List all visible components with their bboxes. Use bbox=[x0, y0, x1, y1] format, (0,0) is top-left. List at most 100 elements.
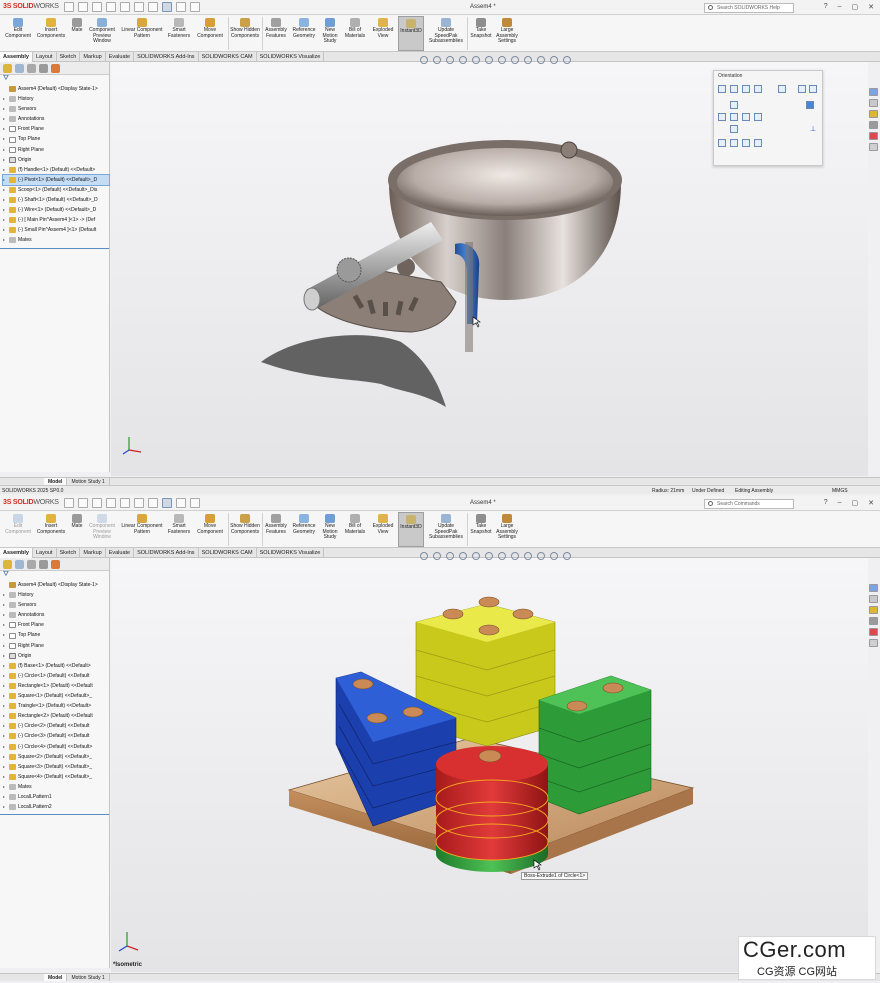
file-explorer-icon[interactable] bbox=[869, 110, 878, 118]
tree-item[interactable]: ▸ (-) Circle<3> (Default) <<Default bbox=[3, 731, 109, 741]
four-view-icon[interactable] bbox=[754, 139, 762, 147]
dynamic-annotation-icon[interactable] bbox=[472, 56, 480, 64]
tree-item[interactable]: ▸ Front Plane bbox=[3, 620, 109, 630]
tab-markup[interactable]: Markup bbox=[80, 548, 106, 558]
view-selector-icon[interactable] bbox=[778, 85, 786, 93]
tree-item[interactable]: ▸ (-) Small Pin^Assem4 ]<1> (Default bbox=[3, 225, 109, 235]
solidworks-logo[interactable]: 3S SOLIDWORKS bbox=[3, 3, 59, 10]
edit-component-button[interactable]: Edit Component bbox=[2, 512, 34, 547]
take-snapshot-button[interactable]: Take Snapshot bbox=[468, 16, 494, 51]
help-icon[interactable]: ? bbox=[824, 3, 828, 11]
tree-item[interactable]: ▸ Rectangle<2> (Default) <<Default bbox=[3, 711, 109, 721]
left-view-icon[interactable] bbox=[718, 113, 726, 121]
property-manager-tab-icon[interactable] bbox=[15, 64, 24, 73]
zoom-to-fit-icon[interactable] bbox=[420, 552, 428, 560]
display-style-icon[interactable] bbox=[498, 56, 506, 64]
tree-item[interactable]: ▸ History bbox=[3, 590, 109, 600]
tree-item[interactable]: ▸ (-) Circle<1> (Default) <<Default bbox=[3, 671, 109, 681]
minimize-button[interactable]: – bbox=[838, 3, 842, 11]
tree-item[interactable]: ▸ Top Plane bbox=[3, 134, 109, 144]
right-view-icon[interactable] bbox=[742, 113, 750, 121]
options-gear-icon[interactable] bbox=[190, 498, 200, 508]
tree-item[interactable]: ▸ Rectangle<1> (Default) <<Default bbox=[3, 681, 109, 691]
feature-tree-tab-icon[interactable] bbox=[3, 64, 12, 73]
solidworks-logo[interactable]: 3S SOLIDWORKS bbox=[3, 499, 59, 506]
normal-to-icon[interactable] bbox=[798, 85, 806, 93]
tree-item[interactable]: ▸ Traingle<1> (Default) <<Default> bbox=[3, 701, 109, 711]
tree-item[interactable]: ▸ Mates bbox=[3, 235, 109, 245]
bill-of-materials-button[interactable]: Bill of Materials bbox=[342, 512, 368, 547]
new-motion-study-button[interactable]: New Motion Study bbox=[319, 512, 341, 547]
solidworks-resources-icon[interactable] bbox=[869, 88, 878, 96]
instant3d-button[interactable]: Instant3D bbox=[398, 512, 424, 547]
smart-fasteners-button[interactable]: Smart Fasteners bbox=[166, 512, 192, 547]
tree-item[interactable]: ▸ Annotations bbox=[3, 610, 109, 620]
property-manager-tab-icon[interactable] bbox=[15, 560, 24, 569]
close-button[interactable]: ✕ bbox=[868, 3, 874, 11]
instant3d-button[interactable]: Instant3D bbox=[398, 16, 424, 51]
tree-item[interactable]: ▸ LocalLPattern1 bbox=[3, 792, 109, 802]
appearances-icon[interactable] bbox=[869, 628, 878, 636]
mate-button[interactable]: Mate bbox=[68, 512, 86, 547]
tree-item[interactable]: ▸ Square<4> (Default) <<Default>_ bbox=[3, 772, 109, 782]
apply-scene-icon[interactable] bbox=[537, 552, 545, 560]
previous-view-icon[interactable] bbox=[446, 56, 454, 64]
monitor-icon[interactable] bbox=[563, 56, 571, 64]
smart-fasteners-button[interactable]: Smart Fasteners bbox=[166, 16, 192, 51]
section-view-icon[interactable] bbox=[459, 552, 467, 560]
rollback-bar[interactable] bbox=[0, 814, 109, 816]
print-icon[interactable] bbox=[120, 498, 130, 508]
print-icon[interactable] bbox=[120, 2, 130, 12]
reset-standard-views-icon[interactable] bbox=[754, 85, 762, 93]
assembly-features-button[interactable]: Assembly Features bbox=[263, 16, 289, 51]
apply-scene-icon[interactable] bbox=[537, 56, 545, 64]
zoom-area-icon[interactable] bbox=[433, 552, 441, 560]
bill-of-materials-button[interactable]: Bill of Materials bbox=[342, 16, 368, 51]
tab-markup[interactable]: Markup bbox=[80, 52, 106, 62]
tree-item[interactable]: ▸ Annotations bbox=[3, 114, 109, 124]
two-view-horizontal-icon[interactable] bbox=[730, 139, 738, 147]
view-settings-icon[interactable] bbox=[550, 552, 558, 560]
tree-item[interactable]: ▸ Square<2> (Default) <<Default>_ bbox=[3, 752, 109, 762]
tree-item[interactable]: ▸ (-) Pivot<1> (Default) <<Default>_D bbox=[2, 173, 110, 186]
filter-icon[interactable]: ⛛ bbox=[0, 75, 109, 84]
new-file-icon[interactable] bbox=[78, 2, 88, 12]
section-view-icon[interactable] bbox=[459, 56, 467, 64]
zoom-to-fit-icon[interactable] bbox=[420, 56, 428, 64]
edit-component-button[interactable]: Edit Component bbox=[2, 16, 34, 51]
view-orientation-icon[interactable] bbox=[485, 552, 493, 560]
update-speedpak-button[interactable]: Update SpeedPak Subassemblies bbox=[426, 512, 466, 547]
isometric-view-icon[interactable] bbox=[806, 101, 814, 109]
redo-icon[interactable] bbox=[148, 498, 158, 508]
tree-item[interactable]: ▸ (f) Base<1> (Default) <<Default> bbox=[3, 661, 109, 671]
tab-cam[interactable]: SOLIDWORKS CAM bbox=[199, 52, 257, 62]
single-view-icon[interactable] bbox=[718, 139, 726, 147]
edit-appearance-icon[interactable] bbox=[524, 56, 532, 64]
select-arrow-icon[interactable] bbox=[162, 498, 172, 508]
move-component-button[interactable]: Move Component bbox=[193, 16, 227, 51]
linear-component-pattern-button[interactable]: Linear Component Pattern bbox=[119, 16, 165, 51]
tab-model[interactable]: Model bbox=[44, 478, 68, 485]
tree-item[interactable]: ▸ Scoop<1> (Default) <<Default>_Dis bbox=[3, 185, 109, 195]
options-gear-icon[interactable] bbox=[190, 2, 200, 12]
insert-components-button[interactable]: Insert Components bbox=[34, 512, 68, 547]
tab-sketch[interactable]: Sketch bbox=[57, 52, 81, 62]
undo-icon[interactable] bbox=[134, 2, 144, 12]
tree-item[interactable]: ▸ (-) Circle<4> (Default) <<Default> bbox=[3, 742, 109, 752]
reference-geometry-button[interactable]: Reference Geometry bbox=[289, 512, 319, 547]
tab-motion-study[interactable]: Motion Study 1 bbox=[67, 974, 110, 981]
tree-item[interactable]: ▸ (-) Shaft<1> (Default) <<Default>_D bbox=[3, 195, 109, 205]
display-manager-tab-icon[interactable] bbox=[51, 64, 60, 73]
tree-item[interactable]: ▸ Origin bbox=[3, 155, 109, 165]
view-settings-icon[interactable] bbox=[550, 56, 558, 64]
tab-addins[interactable]: SOLIDWORKS Add-Ins bbox=[134, 52, 199, 62]
tree-item[interactable]: ▸ (f) Handle<1> (Default) <<Default> bbox=[3, 165, 109, 175]
top-view-icon[interactable] bbox=[730, 101, 738, 109]
tree-item[interactable]: ▸ Square<1> (Default) <<Default>_ bbox=[3, 691, 109, 701]
dimxpert-tab-icon[interactable] bbox=[39, 64, 48, 73]
configuration-manager-tab-icon[interactable] bbox=[27, 560, 36, 569]
close-button[interactable]: ✕ bbox=[868, 499, 874, 507]
triad-view-icon[interactable]: ⊥ bbox=[810, 125, 818, 133]
tab-layout[interactable]: Layout bbox=[33, 52, 57, 62]
tab-motion-study[interactable]: Motion Study 1 bbox=[67, 478, 110, 485]
